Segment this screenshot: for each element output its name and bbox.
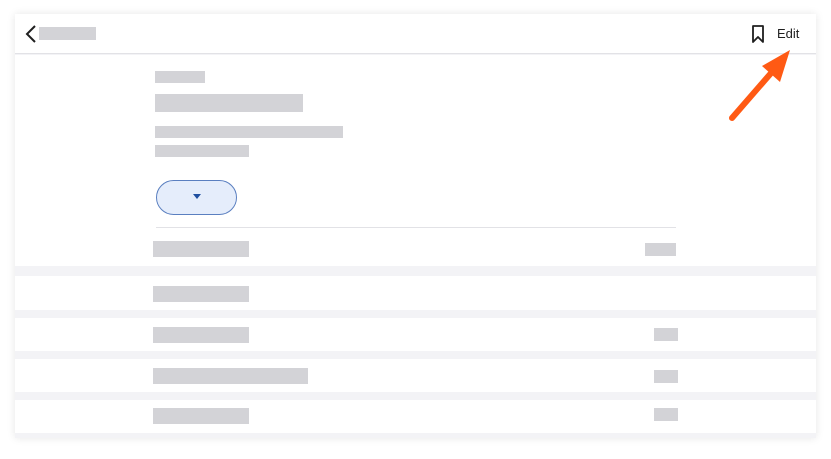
list-item-label-placeholder (153, 368, 308, 384)
list-item-label-placeholder (153, 327, 249, 343)
list-item-label-placeholder (153, 408, 249, 424)
item-label-placeholder (155, 71, 205, 83)
item-meta-placeholder (155, 145, 249, 157)
chevron-left-icon[interactable] (23, 24, 39, 44)
field-label-placeholder (153, 241, 249, 257)
list-item[interactable] (15, 400, 816, 433)
detail-card: Edit (15, 14, 816, 438)
divider (156, 227, 676, 228)
caret-down-icon (193, 194, 201, 199)
list-item[interactable] (15, 359, 816, 392)
list-item[interactable] (15, 276, 816, 310)
list-item-value-placeholder (654, 328, 678, 341)
list-item-value-placeholder (654, 370, 678, 383)
list-item-value-placeholder (654, 408, 678, 421)
list-item[interactable] (15, 318, 816, 351)
item-subtitle-placeholder (155, 126, 343, 138)
top-bar: Edit (15, 14, 816, 54)
edit-button[interactable]: Edit (777, 26, 799, 42)
field-value-placeholder (645, 243, 676, 256)
list-item-label-placeholder (153, 286, 249, 302)
status-dropdown[interactable] (156, 180, 237, 215)
details-section (15, 55, 816, 266)
bookmark-icon[interactable] (750, 24, 766, 44)
item-title-placeholder (155, 94, 303, 112)
back-label-placeholder[interactable] (39, 27, 96, 40)
